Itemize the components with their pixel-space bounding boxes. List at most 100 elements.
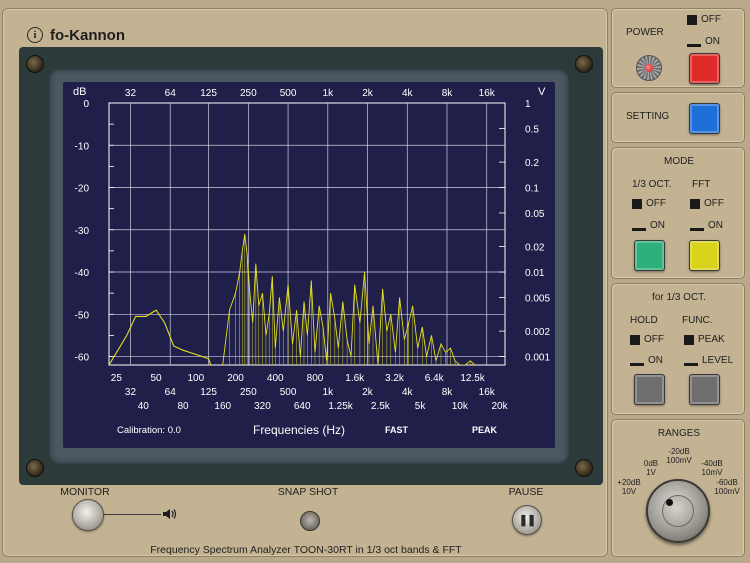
speaker-icon xyxy=(162,507,178,526)
y-tick-left: -30 xyxy=(75,226,90,237)
range-v: 10V xyxy=(621,487,637,496)
power-on-toggle[interactable]: ON xyxy=(687,36,720,47)
power-on-label: ON xyxy=(705,36,720,47)
spectrum-chart: dB V32 64 125 250 500 1k 2k 4k 8k 16k0-10-20-30-40… xyxy=(73,86,550,437)
setting-label: SETTING xyxy=(626,111,670,122)
x-tick-bottom: 400 xyxy=(267,373,284,384)
func-level-label: LEVEL xyxy=(702,355,734,366)
fft-off-toggle[interactable]: OFF xyxy=(690,198,724,209)
x-tick-top: 500 xyxy=(280,88,297,99)
range-option-3[interactable]: -40dB 10mV xyxy=(697,459,727,477)
x-tick-bottom: 160 xyxy=(214,401,231,412)
range-db: +20dB xyxy=(617,478,641,487)
hold-button[interactable] xyxy=(634,374,665,405)
pause-button[interactable]: ❚❚ xyxy=(512,505,542,535)
switch-off-icon xyxy=(690,228,704,231)
x-tick-bottom: 3.2k xyxy=(385,373,405,384)
hold-off-label: OFF xyxy=(644,334,664,345)
x-tick-top: 1k xyxy=(323,88,335,99)
ranges-panel: RANGES +20dB 10V 0dB 1V -20dB 100mV -40dB 10… xyxy=(611,419,745,557)
app-title: fo-Kannon xyxy=(50,26,125,44)
main-panel: i fo-Kannon dB V 32 64 125 250 500 1k 2k 4k 8k 16k 0… xyxy=(2,8,608,557)
y-tick-right: 0.5 xyxy=(525,124,539,135)
snapshot-button[interactable] xyxy=(300,511,320,531)
monitor-button[interactable] xyxy=(72,499,104,531)
fft-on-toggle[interactable]: ON xyxy=(690,220,723,231)
range-option-1[interactable]: 0dB 1V xyxy=(637,459,665,477)
func-peak-label: PEAK xyxy=(698,334,725,345)
screw-icon xyxy=(575,55,593,73)
func-peak-toggle[interactable]: PEAK xyxy=(684,334,725,345)
y-tick-right: 1 xyxy=(525,99,531,110)
switch-off-icon xyxy=(632,228,646,231)
mode-panel: MODE 1/3 OCT. FFT OFF ON OFF ON xyxy=(611,147,745,279)
range-pointer-icon xyxy=(666,499,673,506)
calibration-label: Calibration: 0.0 xyxy=(117,425,181,436)
power-panel: POWER OFF ON xyxy=(611,8,745,88)
setting-button[interactable] xyxy=(689,103,720,134)
func-button[interactable] xyxy=(689,374,720,405)
power-off-label: OFF xyxy=(701,14,721,25)
range-db: -20dB xyxy=(668,447,690,456)
oct-off-toggle[interactable]: OFF xyxy=(632,198,666,209)
power-off-toggle[interactable]: OFF xyxy=(687,14,721,25)
hold-off-toggle[interactable]: OFF xyxy=(630,334,664,345)
x-tick-bottom: 12.5k xyxy=(460,373,485,384)
range-option-2[interactable]: -20dB 100mV xyxy=(663,447,695,465)
oct-on-label: ON xyxy=(650,220,665,231)
func-level-toggle[interactable]: LEVEL xyxy=(684,355,733,366)
power-button[interactable] xyxy=(689,53,720,84)
range-dial[interactable] xyxy=(646,479,710,543)
y-tick-right: 0.002 xyxy=(525,327,550,338)
oct-settings-label: for 1/3 OCT. xyxy=(652,292,706,303)
info-icon[interactable]: i xyxy=(27,27,43,43)
hold-on-toggle[interactable]: ON xyxy=(630,355,663,366)
x-tick-bottom: 1k xyxy=(323,387,335,398)
oct-on-toggle[interactable]: ON xyxy=(632,220,665,231)
x-tick-bottom: 6.4k xyxy=(425,373,445,384)
setting-panel: SETTING xyxy=(611,92,745,143)
x-tick-bottom: 200 xyxy=(227,373,244,384)
x-tick-bottom: 100 xyxy=(187,373,204,384)
x-tick-top: 32 xyxy=(125,88,137,99)
y-axis-right-label: V xyxy=(538,86,546,98)
x-tick-top: 250 xyxy=(240,88,257,99)
x-tick-bottom: 1.6k xyxy=(345,373,365,384)
series-line-fft-spectrum xyxy=(222,233,476,365)
x-tick-top: 16k xyxy=(479,88,496,99)
screw-icon xyxy=(26,459,44,477)
switch-off-icon xyxy=(630,363,644,366)
peak-indicator: PEAK xyxy=(472,425,498,435)
screw-icon xyxy=(26,55,44,73)
oct-mode-label: 1/3 OCT. xyxy=(632,179,672,190)
fft-mode-button[interactable] xyxy=(689,240,720,271)
oct-mode-button[interactable] xyxy=(634,240,665,271)
range-option-0[interactable]: +20dB 10V xyxy=(614,478,644,496)
range-v: 100mV xyxy=(666,456,692,465)
x-tick-bottom: 5k xyxy=(415,401,427,412)
x-tick-bottom: 20k xyxy=(491,401,508,412)
x-axis-label: Frequencies (Hz) xyxy=(253,423,345,437)
led-dot xyxy=(645,64,653,72)
x-tick-top: 4k xyxy=(402,88,414,99)
y-tick-left: -20 xyxy=(75,184,90,195)
ranges-label: RANGES xyxy=(657,428,701,439)
y-tick-right: 0.005 xyxy=(525,293,550,304)
switch-off-icon xyxy=(687,44,701,47)
x-tick-bottom: 8k xyxy=(442,387,454,398)
title-row: i fo-Kannon xyxy=(27,25,125,45)
oct-settings-panel: for 1/3 OCT. HOLD FUNC. OFF ON PEAK LEVE… xyxy=(611,283,745,415)
spectrum-screen: dB V 32 64 125 250 500 1k 2k 4k 8k 16k 0 -10 -20 -30 -40… xyxy=(63,82,555,448)
y-tick-right: 0.2 xyxy=(525,158,539,169)
range-option-4[interactable]: -60dB 100mV xyxy=(710,478,744,496)
x-tick-bottom: 80 xyxy=(177,401,189,412)
fft-mode-label: FFT xyxy=(692,179,711,190)
range-db: -60dB xyxy=(716,478,738,487)
x-tick-bottom: 50 xyxy=(151,373,163,384)
range-db: -40dB xyxy=(701,459,723,468)
y-tick-left: -60 xyxy=(75,353,90,364)
y-axis-label: dB xyxy=(73,86,86,98)
x-tick-bottom: 250 xyxy=(240,387,257,398)
x-tick-top: 2k xyxy=(362,88,374,99)
snapshot-label: SNAP SHOT xyxy=(277,486,339,498)
